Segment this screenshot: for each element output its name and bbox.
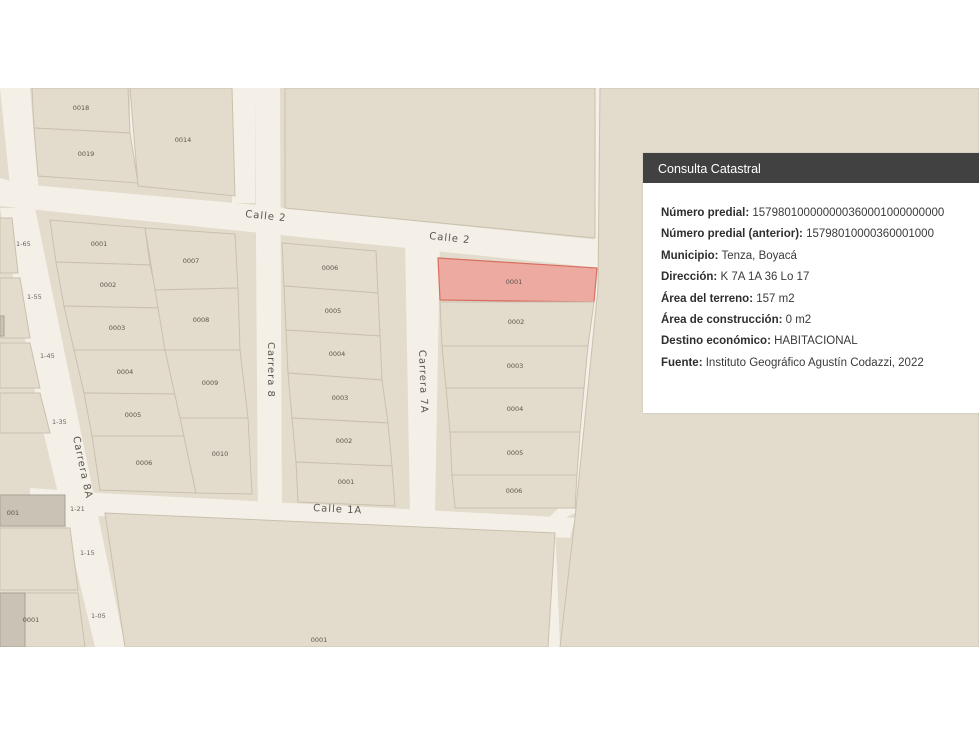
lot-label-bottom-0001: 0001 [311, 636, 328, 644]
lot-label-0018: 0018 [73, 104, 90, 112]
lot-label-8a-0005: 0005 [125, 411, 142, 419]
road-top-mid [232, 88, 255, 203]
lot-label-0014: 0014 [175, 136, 192, 144]
cadastral-info-panel: Consulta Catastral Número predial: 15798… [643, 153, 979, 413]
lot-label-001: 001 [7, 509, 19, 517]
field-numero-predial: Número predial: 157980100000000360001000… [661, 203, 979, 224]
field-destino-economico: Destino económico: HABITACIONAL [661, 331, 979, 352]
field-value: Instituto Geográfico Agustín Codazzi, 20… [705, 356, 924, 369]
house-number: 1-35 [52, 418, 67, 426]
house-number: 1-45 [40, 352, 55, 360]
lot-label-7a-0002: 0002 [508, 318, 525, 326]
lot-label-8a-0008: 0008 [193, 316, 210, 324]
lot-label-7a-0005: 0005 [507, 449, 524, 457]
lot-label-7a-0003: 0003 [507, 362, 524, 370]
field-label: Número predial: [661, 207, 750, 219]
lot-label-0019: 0019 [78, 150, 95, 158]
field-area-terreno: Área del terreno: 157 m2 [661, 289, 979, 310]
field-label: Destino económico: [661, 335, 771, 348]
field-value: HABITACIONAL [774, 335, 858, 348]
street-label-carrera-7a: Carrera 7A [416, 350, 429, 414]
lot-label-8a-0002: 0002 [100, 281, 117, 289]
field-municipio: Municipio: Tenza, Boyacá [661, 246, 979, 267]
house-number: 1-15 [80, 549, 95, 557]
lot-label-8a-0009: 0009 [202, 379, 219, 387]
lot-label-8-0003: 0003 [332, 394, 349, 402]
lot-label-8a-0007: 0007 [183, 257, 200, 265]
lot-label-7a-0004: 0004 [507, 405, 524, 413]
lot-label-8a-0006: 0006 [136, 459, 153, 467]
lot-label-8a-0004: 0004 [117, 368, 134, 376]
field-area-construccion: Área de construcción: 0 m2 [661, 310, 979, 331]
field-numero-predial-anterior: Número predial (anterior): 1579801000036… [661, 224, 979, 245]
field-label: Fuente: [661, 356, 703, 369]
field-value: 157 m2 [756, 292, 795, 305]
lot-label-8-0001: 0001 [338, 478, 355, 486]
lot-label-8a-0001: 0001 [91, 240, 108, 248]
panel-title: Consulta Catastral [643, 153, 979, 183]
lot-dark-west-strip [0, 592, 26, 647]
field-value: 0 m2 [785, 314, 812, 327]
lot-west-5 [0, 527, 79, 591]
house-number: 1-55 [27, 293, 42, 301]
field-label: Área de construcción: [661, 314, 783, 327]
lot-bottom-0001 [104, 512, 556, 647]
lot-dark-west-small [0, 315, 5, 337]
lot-label-8-0006: 0006 [322, 264, 339, 272]
field-label: Dirección: [661, 271, 718, 284]
lot-label-8a-0010: 0010 [212, 450, 229, 458]
lot-label-west-0001: 0001 [23, 616, 40, 624]
field-value: 157980100000000360001000000000 [752, 207, 945, 219]
field-label: Área del terreno: [661, 292, 754, 305]
lot-label-7a-0006: 0006 [506, 487, 523, 495]
street-label-carrera-8: Carrera 8 [265, 342, 276, 398]
panel-body: Número predial: 157980100000000360001000… [643, 183, 979, 374]
field-value: K 7A 1A 36 Lo 17 [720, 271, 810, 284]
field-value: 15798010000360001000 [806, 228, 934, 241]
lot-label-8a-0003: 0003 [109, 324, 126, 332]
lot-label-8-0005: 0005 [325, 307, 342, 315]
house-number: 1-65 [16, 240, 31, 248]
lot-label-8-0004: 0004 [329, 350, 346, 358]
lot-label-7a-0001: 0001 [506, 278, 523, 286]
field-direccion: Dirección: K 7A 1A 36 Lo 17 [661, 267, 979, 288]
house-number: 1-05 [91, 612, 106, 620]
field-label: Número predial (anterior): [661, 228, 803, 241]
field-value: Tenza, Boyacá [721, 249, 797, 262]
field-fuente: Fuente: Instituto Geográfico Agustín Cod… [661, 353, 979, 374]
field-label: Municipio: [661, 249, 719, 262]
house-number: 1-21 [70, 505, 85, 513]
lot-label-8-0002: 0002 [336, 437, 353, 445]
road-carrera-8 [255, 88, 282, 528]
